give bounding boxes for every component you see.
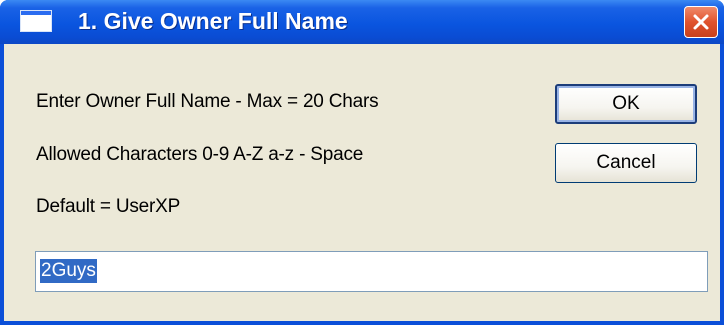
cancel-button[interactable]: Cancel — [555, 143, 697, 183]
max-chars-label: Enter Owner Full Name - Max = 20 Chars — [36, 91, 379, 112]
default-value-label: Default = UserXP — [36, 196, 181, 217]
close-button[interactable] — [684, 6, 718, 38]
selected-input-text: 2Guys — [40, 259, 97, 283]
dialog-body: Enter Owner Full Name - Max = 20 Chars A… — [4, 44, 720, 321]
window-title: 1. Give Owner Full Name — [78, 8, 348, 34]
allowed-chars-label: Allowed Characters 0-9 A-Z a-z - Space — [36, 144, 364, 165]
dialog-window: 1. Give Owner Full Name Enter Owner Full… — [0, 0, 724, 325]
close-icon — [693, 14, 709, 30]
window-icon — [20, 10, 52, 32]
owner-name-input[interactable]: 2Guys — [35, 251, 708, 292]
title-bar[interactable]: 1. Give Owner Full Name — [0, 0, 724, 44]
ok-button[interactable]: OK — [555, 84, 697, 124]
